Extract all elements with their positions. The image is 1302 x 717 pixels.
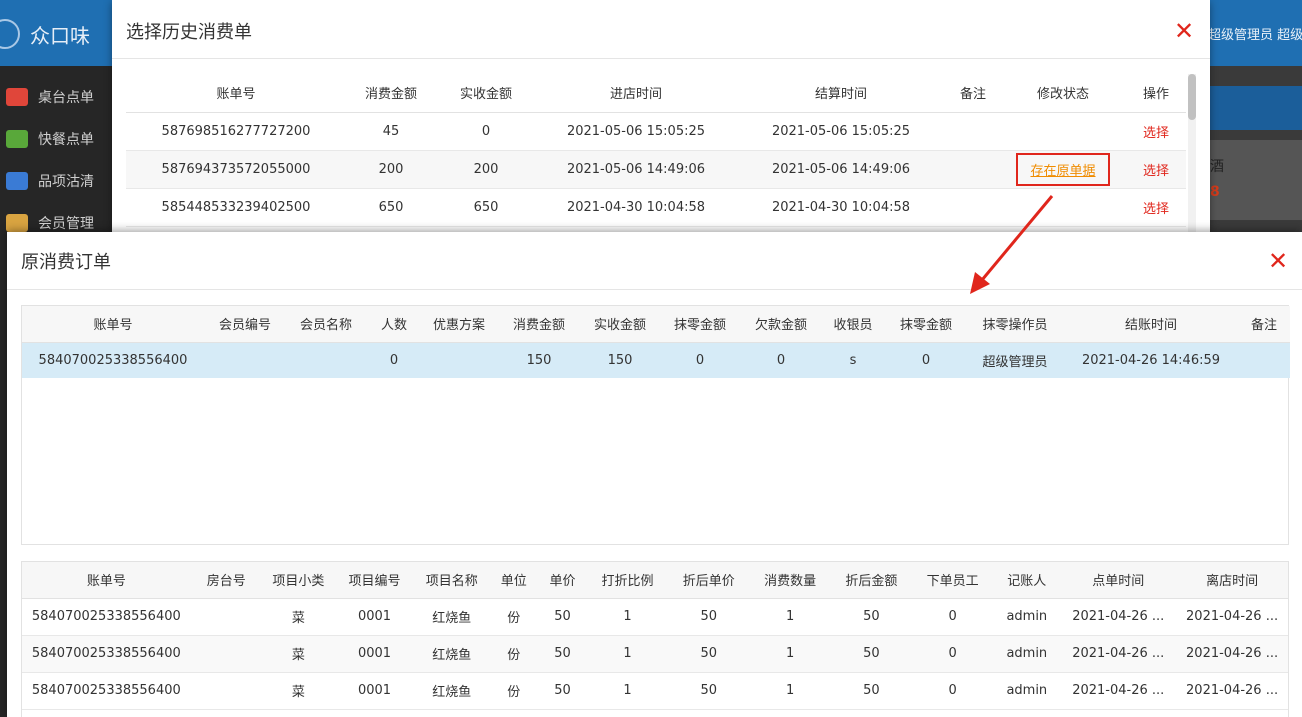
annotation-arrow (970, 195, 1054, 294)
